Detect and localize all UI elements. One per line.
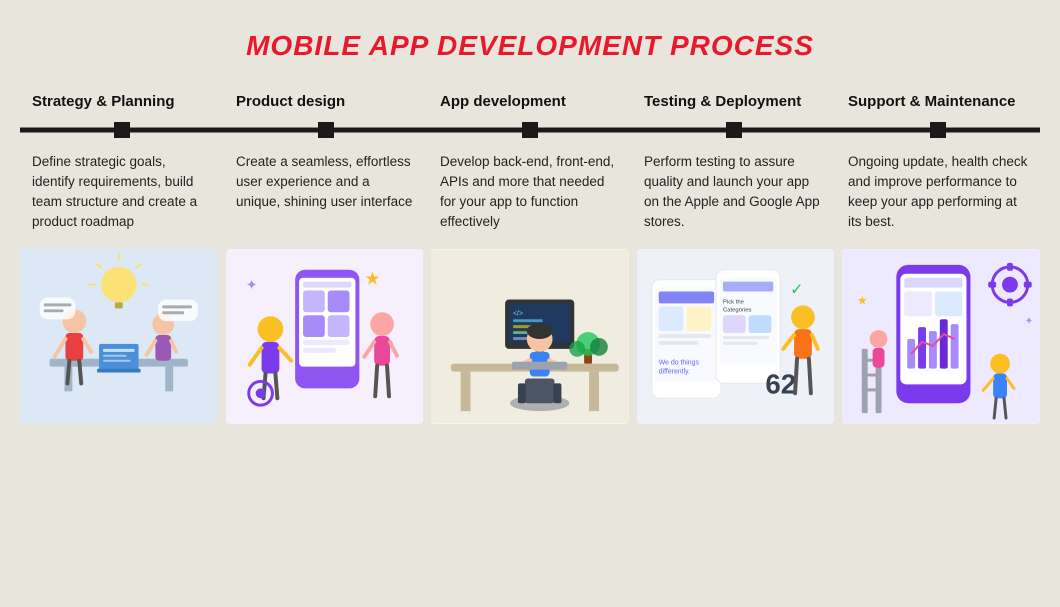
phase-image-strategy (20, 249, 218, 424)
phase-header-appdev: App development (428, 92, 632, 122)
svg-text:✦: ✦ (245, 276, 257, 292)
svg-text:differently.: differently. (659, 368, 690, 375)
phase-header-product: Product design (224, 92, 428, 122)
phase-header-testing: Testing & Deployment (632, 92, 836, 122)
svg-text:Categories: Categories (723, 307, 752, 313)
svg-text:★: ★ (857, 293, 868, 307)
timeline (20, 122, 1040, 138)
svg-text:62: 62 (765, 368, 796, 399)
svg-text:</>: </> (513, 310, 523, 317)
phase-header-strategy: Strategy & Planning (20, 92, 224, 122)
svg-text:✦: ✦ (1025, 316, 1033, 327)
svg-text:✓: ✓ (790, 281, 803, 298)
page-title: MOBILE APP DEVELOPMENT PROCESS (246, 30, 814, 62)
phase-desc-testing: Perform testing to assure quality and la… (632, 152, 836, 233)
phase-headers-row: Strategy & Planning Product design App d… (20, 92, 1040, 122)
svg-text:Pick the: Pick the (723, 299, 745, 305)
phase-descriptions-row: Define strategic goals, identify require… (20, 152, 1040, 233)
phase-desc-support: Ongoing update, health check and improve… (836, 152, 1040, 233)
phase-images-row: ★ ✦ </> (20, 249, 1040, 424)
process-container: Strategy & Planning Product design App d… (20, 92, 1040, 424)
phase-desc-product: Create a seamless, effortless user exper… (224, 152, 428, 233)
timeline-marker-3 (522, 122, 538, 138)
phase-image-testing: We do things differently. Pick the Categ… (637, 249, 835, 424)
svg-text:We do things: We do things (659, 359, 700, 366)
timeline-marker-1 (114, 122, 130, 138)
timeline-marker-2 (318, 122, 334, 138)
phase-desc-strategy: Define strategic goals, identify require… (20, 152, 224, 233)
phase-desc-appdev: Develop back-end, front-end, APIs and mo… (428, 152, 632, 233)
timeline-marker-5 (930, 122, 946, 138)
timeline-marker-4 (726, 122, 742, 138)
svg-text:★: ★ (364, 268, 380, 288)
phase-image-support: ★ ✦ (842, 249, 1040, 424)
phase-image-appdev: </> (431, 249, 629, 424)
phase-header-support: Support & Maintenance (836, 92, 1040, 122)
phase-image-product: ★ ✦ (226, 249, 424, 424)
